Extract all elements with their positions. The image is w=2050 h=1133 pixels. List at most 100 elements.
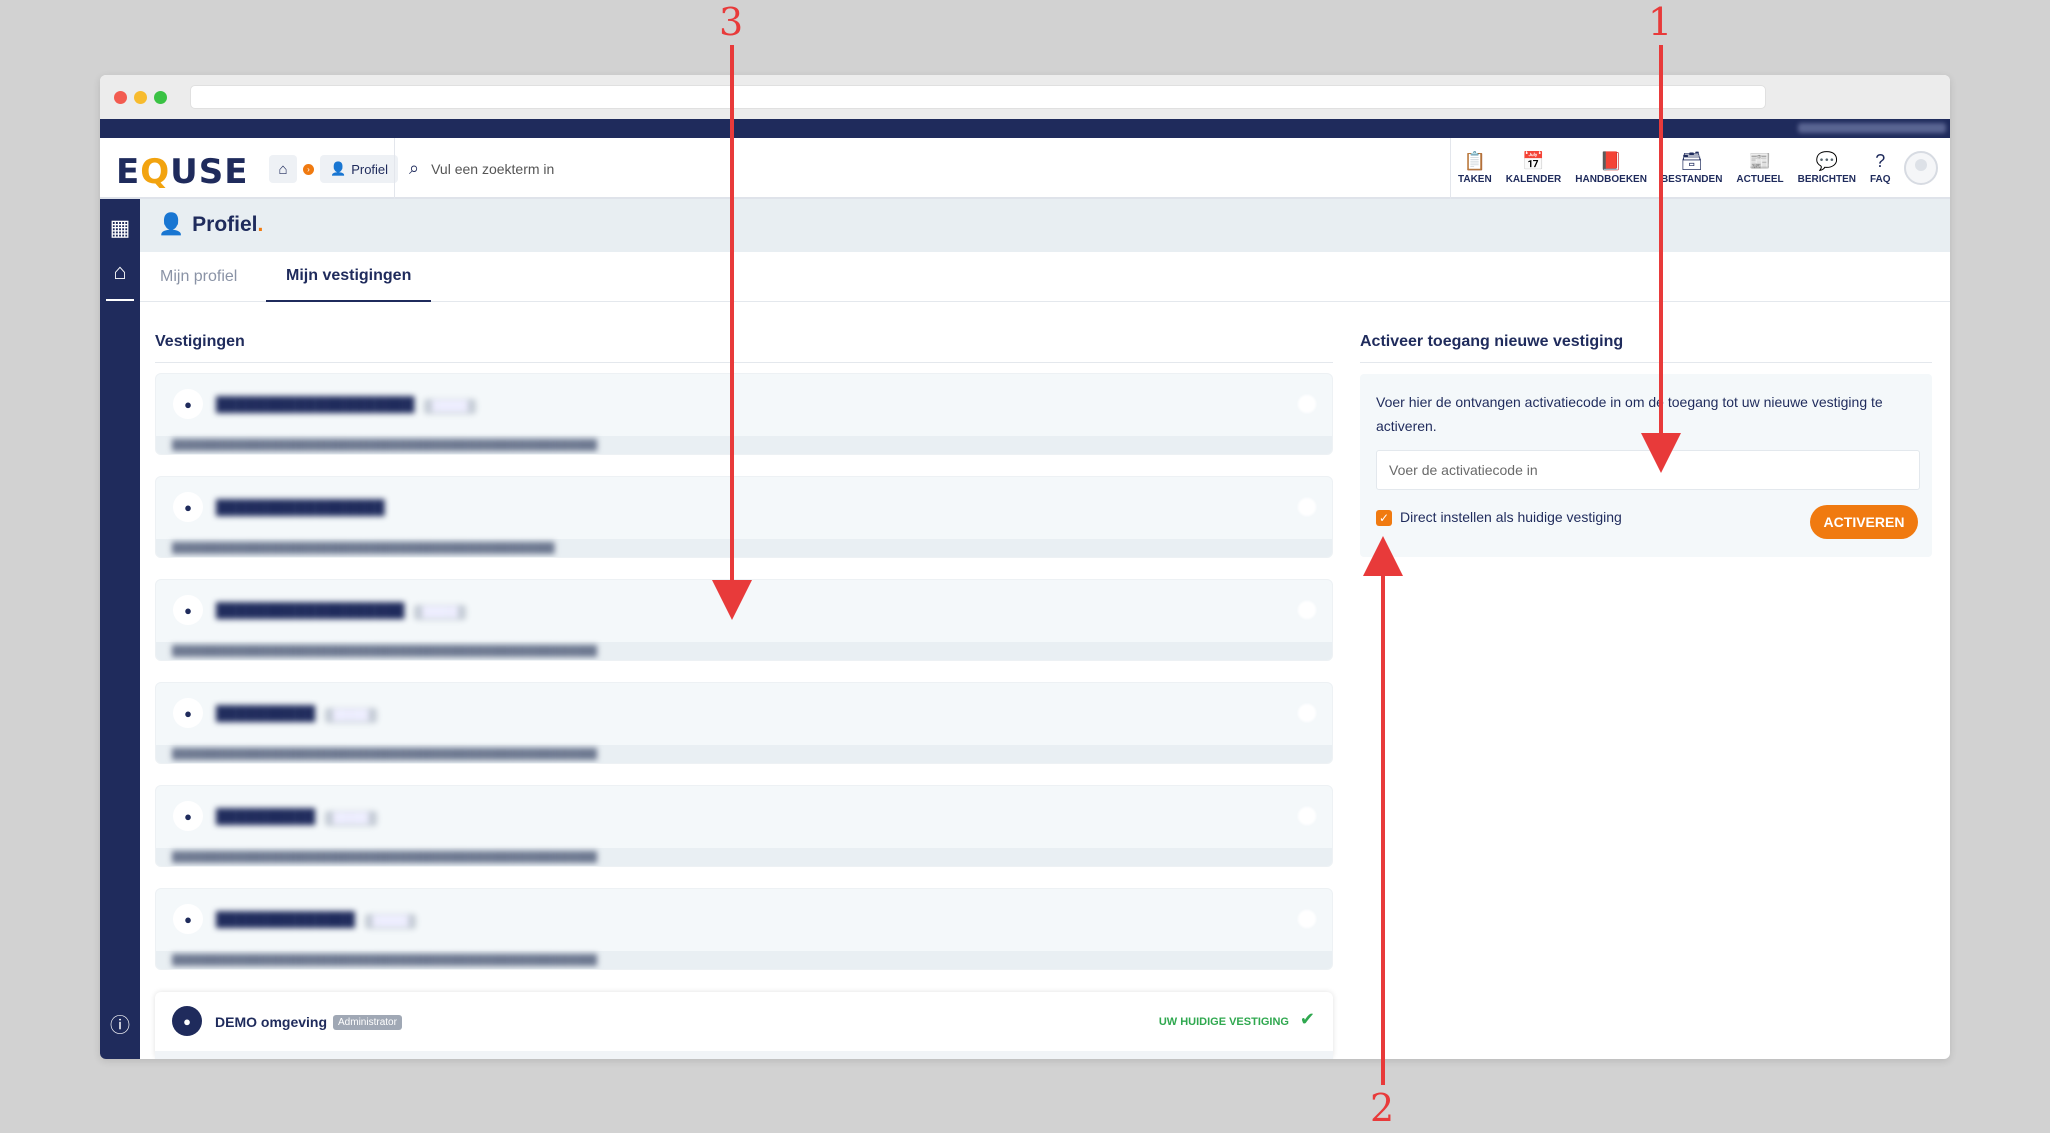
location-card-redacted[interactable]: ● ██████████████ █████ █████████████████… [155, 888, 1333, 970]
search-icon: ⌕ [409, 158, 420, 178]
page-title: 👤 Profiel. [158, 213, 263, 237]
browser-chrome [100, 75, 1950, 119]
annotation-number-2: 2 [1370, 1086, 1395, 1130]
nav-item-label: TAKEN [1458, 174, 1492, 185]
chat-icon: 💬 [1815, 151, 1839, 171]
nav-item-label: FAQ [1870, 174, 1891, 185]
annotation-number-1: 1 [1648, 0, 1673, 44]
map-pin-icon: ● [173, 801, 203, 831]
top-strip [100, 119, 1950, 138]
map-pin-icon: ● [173, 595, 203, 625]
book-icon: 📕 [1599, 151, 1623, 171]
breadcrumb-profile[interactable]: 👤 Profiel [320, 155, 399, 183]
redacted-location-detail: ████████████████████████████████████████… [172, 646, 598, 657]
redacted-location-name: ███████████████████ █████ [216, 602, 466, 620]
search-input[interactable] [431, 160, 932, 177]
activation-panel: Voer hier de ontvangen activatiecode in … [1360, 374, 1932, 557]
nav-item-kalender[interactable]: 📅 KALENDER [1499, 138, 1569, 199]
map-pin-icon: ● [173, 904, 203, 934]
check-icon: ✔ [1299, 1009, 1315, 1029]
tab-mijn-profiel[interactable]: Mijn profiel [140, 252, 257, 302]
map-pin-icon: ● [173, 492, 203, 522]
browser-window: EQUSE ⌂ › 👤 Profiel ⌕ 📋 TAKEN 📅 KALENDER 📕 HA… [100, 75, 1950, 1059]
logo-q: Q [140, 152, 171, 192]
address-bar[interactable] [190, 85, 1766, 109]
nav-item-faq[interactable]: ? FAQ [1863, 138, 1898, 199]
breadcrumb: ⌂ › 👤 Profiel [269, 155, 399, 183]
annotation-number-3: 3 [719, 0, 744, 44]
activate-button[interactable]: ACTIVEREN [1810, 505, 1918, 539]
top-nav: 📋 TAKEN 📅 KALENDER 📕 HANDBOEKEN 🗃 BESTANDEN 📰 ACT… [1450, 138, 1898, 199]
vestigingen-title: Vestigingen [155, 333, 245, 350]
home-icon[interactable]: ⌂ [100, 259, 140, 285]
maximize-window-dot[interactable] [154, 91, 167, 104]
avatar[interactable] [1904, 151, 1938, 185]
location-card-redacted[interactable]: ● ██████████ █████ █████████████████████… [155, 785, 1333, 867]
nav-item-label: HANDBOEKEN [1575, 174, 1647, 185]
logo-rest: USE [170, 152, 249, 192]
redacted-location-name: ██████████████ █████ [216, 911, 417, 929]
breadcrumb-profile-label: Profiel [351, 161, 389, 177]
clipboard-icon: 📋 [1463, 151, 1487, 171]
redacted-location-detail: ████████████████████████████████████████… [172, 955, 598, 966]
location-radio[interactable] [1298, 910, 1316, 928]
close-window-dot[interactable] [114, 91, 127, 104]
redacted-location-name: ████████████████████ █████ [216, 396, 476, 414]
activation-divider [1360, 362, 1932, 363]
sidebar: ▦ ⌂ ⓘ [100, 199, 140, 1059]
apps-grid-icon[interactable]: ▦ [100, 215, 140, 241]
vestigingen-divider [155, 362, 1333, 363]
location-radio[interactable] [1298, 395, 1316, 413]
redacted-location-name: █████████████████ [216, 499, 385, 515]
location-radio[interactable] [1298, 498, 1316, 516]
redacted-user-info [1798, 123, 1946, 133]
help-icon[interactable]: ⓘ [100, 1009, 140, 1038]
page-title-bar: 👤 Profiel. [140, 199, 1950, 252]
role-badge: Administrator [333, 1014, 402, 1030]
redacted-location-detail: ████████████████████████████████████████… [172, 440, 598, 451]
equse-logo[interactable]: EQUSE [116, 152, 248, 192]
activation-code-input[interactable] [1376, 450, 1920, 490]
current-location-status: UW HUIDIGE VESTIGING [1158, 1016, 1289, 1028]
nav-item-actueel[interactable]: 📰 ACTUEEL [1729, 138, 1790, 199]
nav-item-label: ACTUEEL [1736, 174, 1784, 185]
nav-item-berichten[interactable]: 💬 BERICHTEN [1791, 138, 1863, 199]
location-name: DEMO omgeving [215, 1014, 328, 1030]
nav-item-bestanden[interactable]: 🗃 BESTANDEN [1654, 138, 1729, 199]
home-icon[interactable]: ⌂ [269, 155, 297, 183]
current-location-name: DEMO omgeving Administrator [215, 1014, 402, 1030]
search-bar: ⌕ [394, 138, 1214, 199]
location-radio[interactable] [1298, 704, 1316, 722]
location-card-current[interactable]: ● DEMO omgeving Administrator UW HUIDIGE… [155, 992, 1333, 1059]
redacted-location-detail: ████████████████████████████████████████… [172, 852, 598, 863]
minimize-window-dot[interactable] [134, 91, 147, 104]
location-card-redacted[interactable]: ● ██████████ █████ █████████████████████… [155, 682, 1333, 764]
redacted-location-detail: ████████████████████████████████████████… [172, 543, 555, 554]
map-pin-icon: ● [173, 698, 203, 728]
tab-mijn-vestigingen[interactable]: Mijn vestigingen [266, 252, 432, 302]
nav-item-label: BERICHTEN [1797, 174, 1856, 185]
nav-item-taken[interactable]: 📋 TAKEN [1451, 138, 1499, 199]
set-current-checkbox[interactable]: ✓ [1376, 510, 1392, 526]
archive-icon: 🗃 [1680, 151, 1704, 171]
location-radio[interactable] [1298, 601, 1316, 619]
logo-letter: E [116, 152, 141, 192]
location-radio[interactable] [1298, 807, 1316, 825]
profile-tabs: Mijn profiel Mijn vestigingen [140, 252, 1950, 302]
activation-title: Activeer toegang nieuwe vestiging [1360, 333, 1624, 350]
location-card-redacted[interactable]: ● █████████████████ ████████████████████… [155, 476, 1333, 558]
chevron-right-icon: › [303, 163, 314, 175]
map-pin-icon: ● [172, 1006, 202, 1036]
user-icon: 👤 [158, 213, 185, 236]
location-card-redacted[interactable]: ● ████████████████████ █████ ███████████… [155, 373, 1333, 455]
activation-description: Voer hier de ontvangen activatiecode in … [1376, 394, 1883, 434]
question-icon: ? [1875, 151, 1886, 171]
nav-item-handboeken[interactable]: 📕 HANDBOEKEN [1568, 138, 1654, 199]
set-current-checkbox-label[interactable]: Direct instellen als huidige vestiging [1400, 509, 1622, 525]
redacted-location-name: ██████████ █████ [216, 705, 377, 723]
location-card-redacted[interactable]: ● ███████████████████ █████ ████████████… [155, 579, 1333, 661]
current-location-footer [155, 1051, 1333, 1059]
page-title-text: Profiel [192, 213, 258, 236]
nav-item-label: BESTANDEN [1660, 174, 1723, 185]
news-icon: 📰 [1748, 151, 1772, 171]
